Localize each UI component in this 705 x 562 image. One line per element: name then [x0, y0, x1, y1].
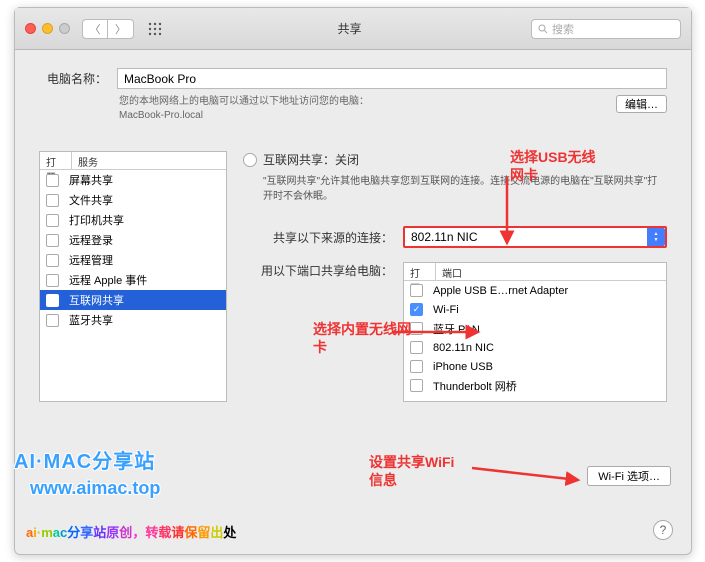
port-label: Thunderbolt 网桥: [433, 378, 517, 394]
computer-name-label: 电脑名称：: [39, 70, 107, 87]
edit-button[interactable]: 编辑…: [616, 95, 667, 113]
sidebar-item[interactable]: 打印机共享: [40, 210, 226, 230]
port-row[interactable]: 蓝牙 PAN: [404, 319, 666, 338]
sidebar-item[interactable]: 远程管理: [40, 250, 226, 270]
port-label: Apple USB E…rnet Adapter: [433, 285, 568, 297]
checkbox[interactable]: [410, 360, 423, 373]
window-title: 共享: [168, 20, 531, 37]
show-all-icon[interactable]: [142, 19, 168, 39]
services-sidebar: 打开 服务 屏幕共享文件共享打印机共享远程登录远程管理远程 Apple 事件互联…: [39, 151, 227, 402]
checkbox[interactable]: [46, 294, 59, 307]
sidebar-item[interactable]: 远程登录: [40, 230, 226, 250]
dropdown-value: 802.11n NIC: [411, 230, 478, 244]
search-input[interactable]: 搜索: [531, 19, 681, 39]
search-placeholder: 搜索: [552, 21, 574, 37]
ports-list: 打开 端口 Apple USB E…rnet Adapter ✓ Wi-Fi 蓝牙 P…: [403, 262, 667, 402]
sidebar-item-label: 互联网共享: [69, 292, 124, 308]
share-to-label: 用以下端口共享给电脑：: [243, 262, 393, 279]
help-icon[interactable]: ?: [653, 520, 673, 540]
checkbox[interactable]: [410, 322, 423, 335]
computer-name-input[interactable]: [117, 68, 667, 89]
col-on: 打开: [40, 152, 72, 169]
internet-sharing-desc: "互联网共享"允许其他电脑共享您到互联网的连接。连接交流电源的电脑在"互联网共享…: [263, 174, 667, 204]
sidebar-item[interactable]: 远程 Apple 事件: [40, 270, 226, 290]
port-row[interactable]: Thunderbolt 网桥: [404, 376, 666, 395]
sidebar-item-label: 远程管理: [69, 252, 113, 268]
sidebar-item-label: 远程登录: [69, 232, 113, 248]
port-label: 802.11n NIC: [433, 342, 494, 354]
sidebar-item-label: 屏幕共享: [69, 172, 113, 188]
col-service: 服务: [72, 152, 104, 169]
sidebar-item-label: 蓝牙共享: [69, 312, 113, 328]
checkbox[interactable]: [46, 214, 59, 227]
minimize-icon[interactable]: [42, 23, 53, 34]
checkbox[interactable]: [46, 194, 59, 207]
chevron-updown-icon: [647, 228, 665, 246]
titlebar: 〈 〉 共享 搜索: [15, 8, 691, 50]
checkbox[interactable]: [46, 254, 59, 267]
port-row[interactable]: iPhone USB: [404, 357, 666, 376]
port-label: iPhone USB: [433, 361, 493, 373]
port-label: Wi-Fi: [433, 304, 459, 316]
sidebar-item-label: 远程 Apple 事件: [69, 272, 147, 288]
checkbox[interactable]: [410, 284, 423, 297]
share-from-dropdown[interactable]: 802.11n NIC: [403, 226, 667, 248]
sidebar-item[interactable]: 互联网共享: [40, 290, 226, 310]
sidebar-item-label: 打印机共享: [69, 212, 124, 228]
col-port: 端口: [436, 263, 468, 280]
close-icon[interactable]: [25, 23, 36, 34]
internet-sharing-heading: 互联网共享：关闭: [263, 151, 359, 168]
radio-icon: [243, 153, 257, 167]
back-button[interactable]: 〈: [82, 19, 108, 39]
col-on-port: 打开: [404, 263, 436, 280]
checkbox[interactable]: [46, 234, 59, 247]
port-row[interactable]: 802.11n NIC: [404, 338, 666, 357]
port-row[interactable]: Apple USB E…rnet Adapter: [404, 281, 666, 300]
nav-buttons: 〈 〉: [82, 19, 134, 39]
share-from-label: 共享以下来源的连接：: [243, 229, 393, 246]
sidebar-item-label: 文件共享: [69, 192, 113, 208]
checkbox[interactable]: [410, 341, 423, 354]
forward-button[interactable]: 〉: [108, 19, 134, 39]
traffic-lights: [25, 23, 70, 34]
sidebar-item[interactable]: 文件共享: [40, 190, 226, 210]
port-label: 蓝牙 PAN: [433, 321, 480, 337]
watermark-title: AI·MAC分享站: [14, 445, 155, 474]
checkbox[interactable]: [46, 174, 59, 187]
computer-name-hint: 您的本地网络上的电脑可以通过以下地址访问您的电脑： MacBook-Pro.lo…: [119, 95, 608, 123]
watermark-url: www.aimac.top: [30, 478, 160, 499]
sidebar-item[interactable]: 屏幕共享: [40, 170, 226, 190]
port-row[interactable]: ✓ Wi-Fi: [404, 300, 666, 319]
sidebar-item[interactable]: 蓝牙共享: [40, 310, 226, 330]
watermark-credit: ai·mac分享站原创，转载请保留出处: [26, 522, 236, 541]
checkbox[interactable]: [46, 314, 59, 327]
wifi-options-button[interactable]: Wi-Fi 选项…: [587, 466, 671, 486]
checkbox[interactable]: ✓: [410, 303, 423, 316]
checkbox[interactable]: [46, 274, 59, 287]
zoom-icon: [59, 23, 70, 34]
checkbox[interactable]: [410, 379, 423, 392]
